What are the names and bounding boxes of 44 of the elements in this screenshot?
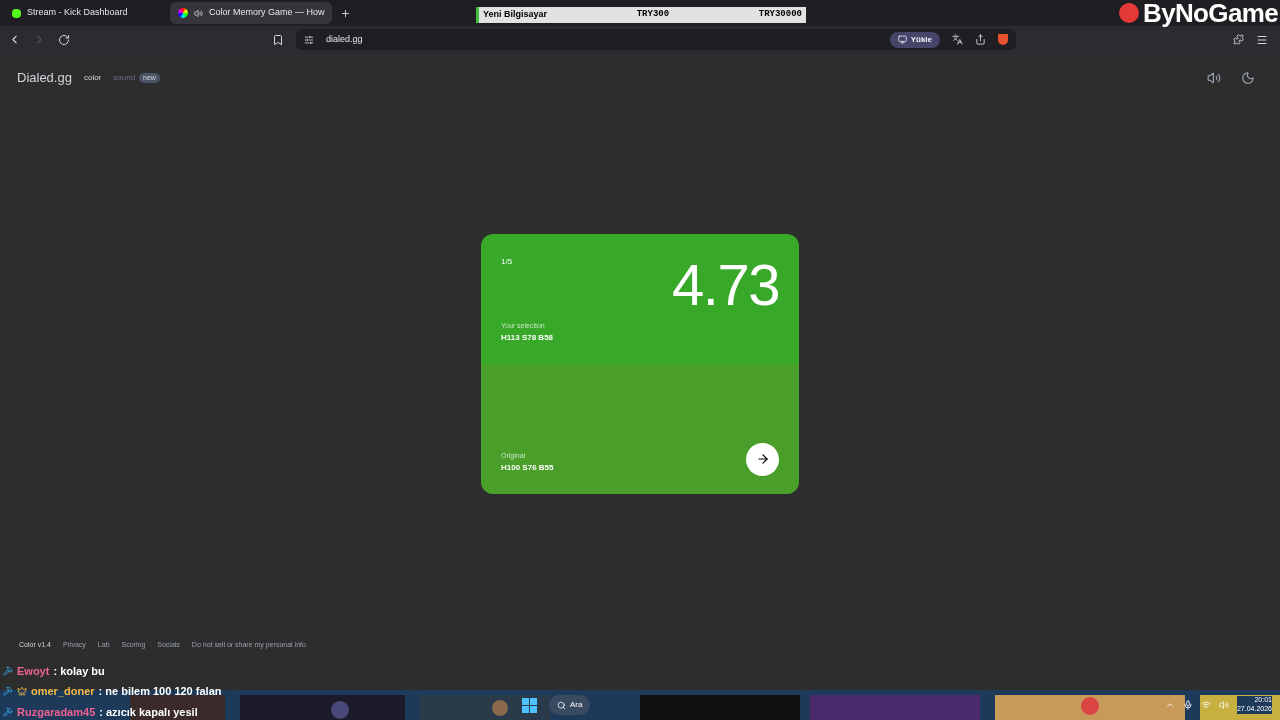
chat-message: : azıcık kapalı yesil bbox=[99, 704, 198, 720]
chat-username: Ewoyt bbox=[17, 663, 50, 679]
speaker-icon[interactable] bbox=[194, 8, 203, 18]
translate-icon[interactable] bbox=[952, 34, 963, 45]
swatch-value: H113 S78 B58 bbox=[501, 331, 554, 344]
tab-title: Color Memory Game — How bbox=[209, 6, 325, 20]
laptop-icon bbox=[897, 35, 907, 44]
chat-message: : kolay bu bbox=[53, 663, 105, 679]
swatch-value: H100 S76 B55 bbox=[501, 461, 554, 474]
share-icon[interactable] bbox=[975, 34, 986, 45]
site-brand: Dialed.gg bbox=[17, 69, 72, 87]
score-text: 4.73 bbox=[671, 255, 779, 314]
round-counter: 1/5 bbox=[501, 255, 513, 268]
color-wheel-icon bbox=[178, 8, 188, 18]
new-tab-icon[interactable] bbox=[340, 7, 351, 19]
crown-icon bbox=[17, 686, 27, 697]
theme-icon[interactable] bbox=[1241, 70, 1255, 85]
browser-tab[interactable]: Stream - Kick Dashboard bbox=[4, 2, 166, 24]
address-bar[interactable]: dialed.gg Yükle bbox=[296, 29, 1016, 50]
logo-text: ByNoGame bbox=[1143, 0, 1278, 26]
tab-title: Stream - Kick Dashboard bbox=[27, 6, 129, 20]
chat-message: : ne bilem 100 120 falan bbox=[98, 684, 222, 699]
sound-icon[interactable] bbox=[1207, 70, 1221, 85]
install-button[interactable]: Yükle bbox=[889, 31, 940, 48]
arrow-icon bbox=[755, 452, 770, 466]
menu-icon[interactable] bbox=[1256, 33, 1268, 46]
extensions-icon[interactable] bbox=[1233, 34, 1244, 45]
ticker-item: Yeni Bilgisayar bbox=[483, 8, 548, 22]
reload-icon[interactable] bbox=[58, 33, 70, 46]
next-button[interactable] bbox=[746, 442, 779, 476]
ticker-min: TRY300 bbox=[636, 8, 670, 22]
search-icon bbox=[557, 700, 566, 710]
chat-username: omer_doner bbox=[31, 684, 95, 699]
bookmark-icon[interactable] bbox=[272, 33, 284, 46]
url-text: dialed.gg bbox=[326, 32, 364, 46]
ticker-max: TRY30000 bbox=[758, 8, 802, 22]
windows-icon[interactable] bbox=[522, 697, 537, 713]
nav-link[interactable]: color bbox=[83, 71, 102, 84]
taskbar-search[interactable]: Ara bbox=[549, 695, 591, 715]
browser-tab[interactable]: Color Memory Game — How bbox=[170, 2, 332, 24]
shield-icon[interactable] bbox=[998, 34, 1008, 45]
site-settings-icon[interactable] bbox=[304, 34, 314, 45]
chat-username: Ruzgaradam45 bbox=[17, 704, 96, 720]
mic-icon[interactable] bbox=[1182, 700, 1193, 710]
